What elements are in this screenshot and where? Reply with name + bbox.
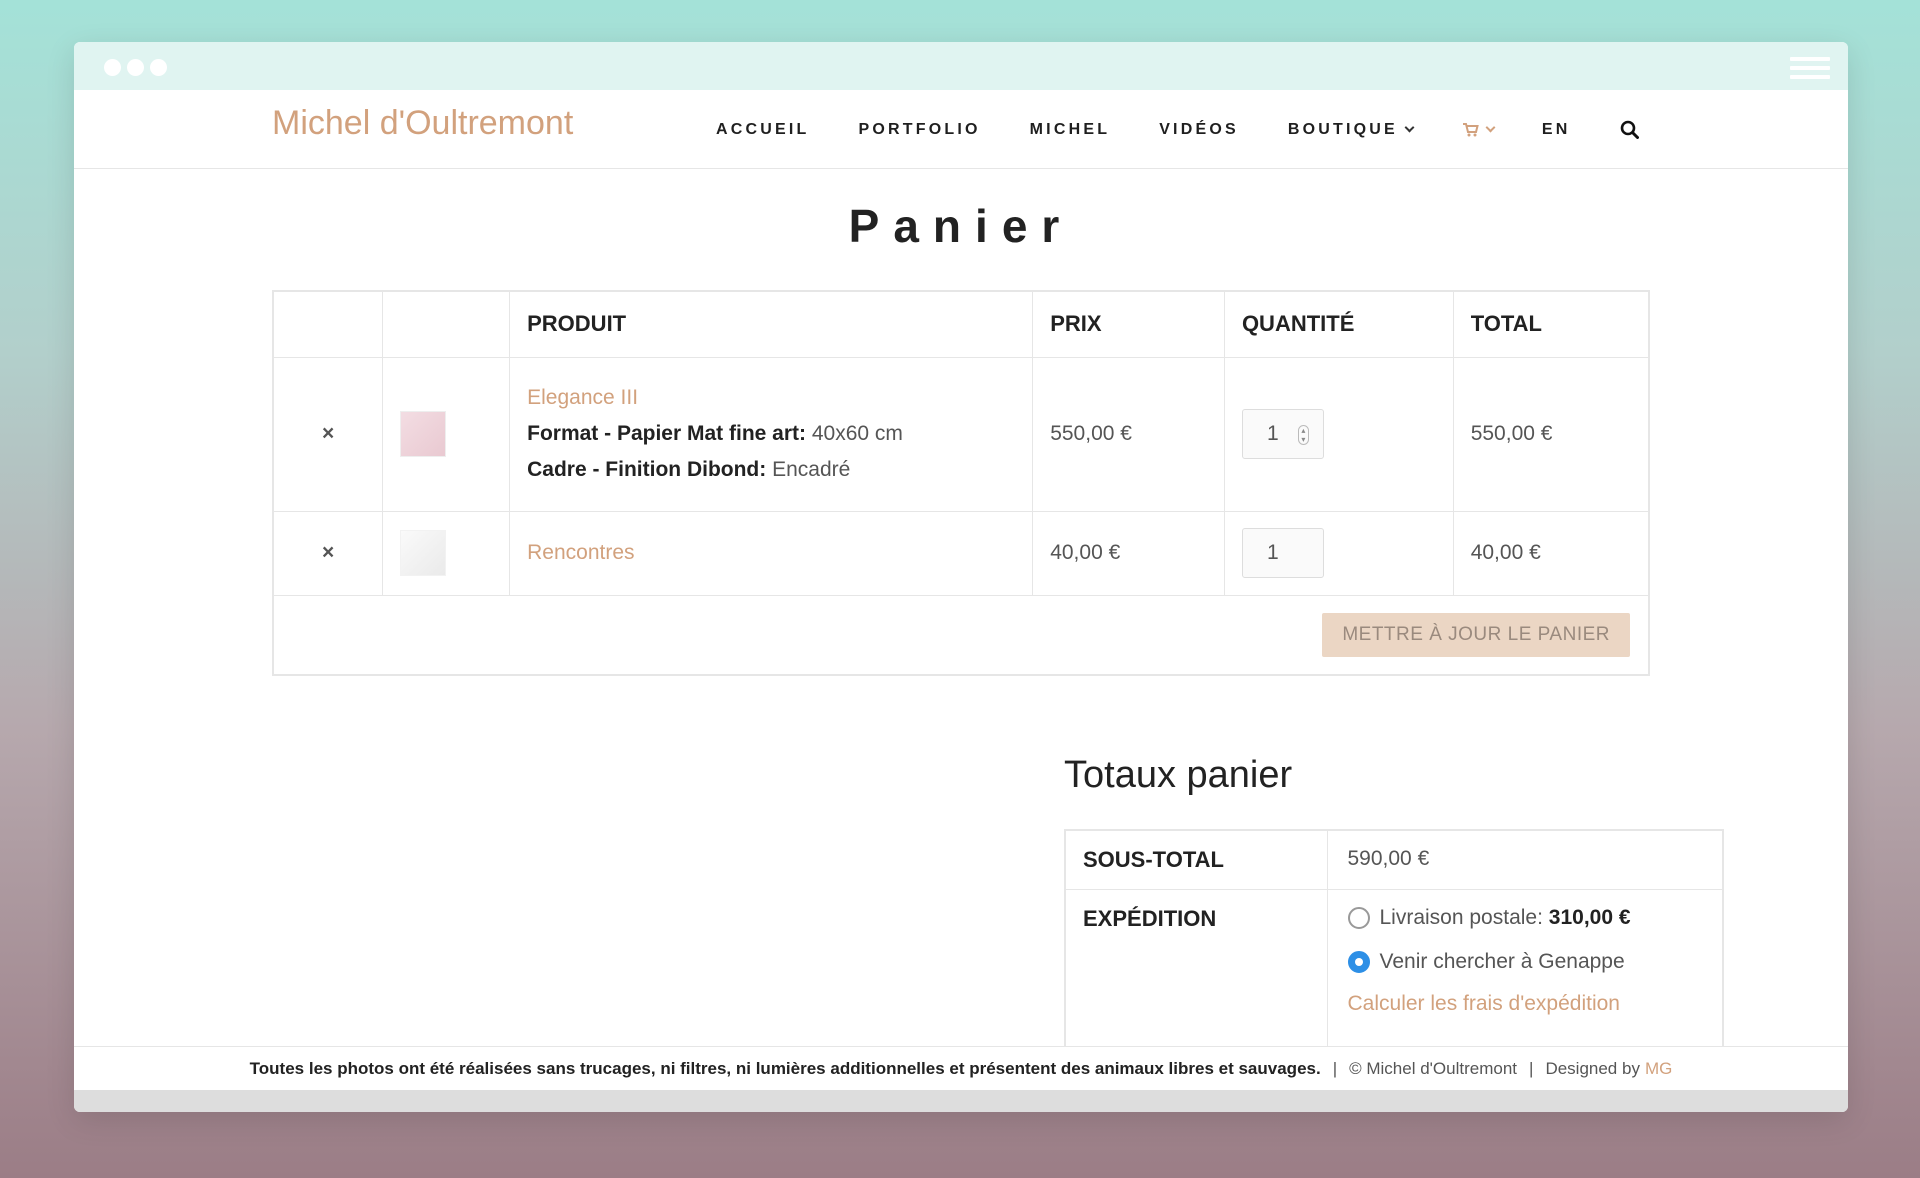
- footer-copyright: © Michel d'Oultremont: [1349, 1058, 1518, 1078]
- language-switch[interactable]: EN: [1542, 121, 1571, 139]
- window-titlebar: [74, 42, 1848, 90]
- nav-label: PORTFOLIO: [858, 120, 981, 138]
- nav-label: ACCUEIL: [716, 120, 810, 138]
- price-cell: 40,00 €: [1032, 510, 1225, 596]
- product-thumbnail[interactable]: [400, 530, 447, 576]
- nav-item-boutique[interactable]: BOUTIQUE: [1287, 120, 1415, 139]
- product-meta-frame: Cadre - Finition Dibond: Encadré: [527, 458, 1032, 482]
- meta-value: 40x60 cm: [811, 422, 903, 445]
- table-row: × Rencontres 40,00 € 1 40,00 €: [272, 510, 1650, 596]
- footer-note: Toutes les photos ont été réalisées sans…: [249, 1058, 1321, 1078]
- nav-label: BOUTIQUE: [1287, 120, 1398, 138]
- remove-item-button[interactable]: ×: [272, 510, 384, 596]
- site-logo[interactable]: Michel d'Oultremont: [272, 104, 573, 143]
- radio-checked[interactable]: [1347, 951, 1370, 973]
- header-remove: [272, 290, 384, 358]
- cart-actions-cell: METTRE À JOUR LE PANIER: [272, 594, 1650, 676]
- subtotal-label: SOUS-TOTAL: [1064, 829, 1328, 890]
- update-cart-button[interactable]: METTRE À JOUR LE PANIER: [1322, 612, 1630, 657]
- product-thumbnail[interactable]: [400, 411, 447, 457]
- shipping-option-label: Livraison postale:: [1379, 906, 1543, 929]
- product-link[interactable]: Rencontres: [527, 541, 1032, 565]
- radio-unchecked[interactable]: [1347, 907, 1370, 929]
- table-row: × Elegance III Format - Papier Mat fine …: [272, 356, 1650, 512]
- subtotal-value: 590,00 €: [1326, 829, 1724, 890]
- site-footer: Toutes les photos ont été réalisées sans…: [74, 1046, 1848, 1090]
- designer-link[interactable]: MG: [1645, 1059, 1672, 1079]
- shipping-option-pickup[interactable]: Venir chercher à Genappe: [1347, 950, 1703, 974]
- total-cell: 550,00 €: [1452, 356, 1650, 512]
- product-cell: Rencontres: [509, 510, 1034, 596]
- header-total: TOTAL: [1452, 290, 1650, 358]
- quantity-value: 1: [1266, 541, 1279, 564]
- header-quantity: QUANTITÉ: [1223, 290, 1454, 358]
- quantity-value: 1: [1266, 422, 1279, 445]
- window-dot[interactable]: [104, 59, 121, 76]
- header-product: PRODUIT: [509, 290, 1034, 358]
- table-header-row: PRODUIT PRIX QUANTITÉ TOTAL: [272, 290, 1650, 358]
- product-link[interactable]: Elegance III: [527, 386, 1032, 410]
- search-icon: [1620, 120, 1639, 139]
- browser-window: Michel d'Oultremont ACCUEIL PORTFOLIO MI…: [74, 42, 1848, 1112]
- cart-actions-row: METTRE À JOUR LE PANIER: [272, 594, 1650, 676]
- subtotal-row: SOUS-TOTAL 590,00 €: [1064, 829, 1724, 890]
- shipping-option-label: Venir chercher à Genappe: [1379, 950, 1625, 973]
- window-dot[interactable]: [127, 59, 144, 76]
- main-nav: ACCUEIL PORTFOLIO MICHEL VIDÉOS BOUTIQUE…: [716, 90, 1639, 169]
- nav-label: VIDÉOS: [1159, 120, 1239, 138]
- cart-menu[interactable]: [1462, 122, 1496, 137]
- nav-label: MICHEL: [1029, 120, 1111, 138]
- shipping-option-postal[interactable]: Livraison postale: 310,00 €: [1347, 906, 1703, 930]
- meta-label: Cadre - Finition Dibond:: [527, 458, 767, 481]
- meta-label: Format - Papier Mat fine art:: [527, 422, 807, 445]
- menu-icon[interactable]: [1790, 57, 1830, 84]
- quantity-cell: 1: [1223, 510, 1454, 596]
- meta-value: Encadré: [772, 458, 851, 481]
- total-cell: 40,00 €: [1452, 510, 1650, 596]
- header-price: PRIX: [1032, 290, 1225, 358]
- cart-totals-title: Totaux panier: [1064, 754, 1293, 796]
- chevron-down-icon: [1485, 122, 1496, 133]
- nav-item-michel[interactable]: MICHEL: [1030, 121, 1111, 139]
- header-thumbnail: [382, 290, 511, 358]
- search-button[interactable]: [1620, 120, 1639, 139]
- remove-item-button[interactable]: ×: [272, 356, 384, 512]
- footer-separator: |: [1332, 1058, 1338, 1078]
- nav-item-accueil[interactable]: ACCUEIL: [716, 121, 810, 139]
- quantity-cell: 1 ▴ ▾: [1223, 356, 1454, 512]
- nav-item-videos[interactable]: VIDÉOS: [1159, 121, 1239, 139]
- chevron-down-icon: [1404, 122, 1415, 133]
- window-controls: [104, 59, 167, 76]
- footer-separator: |: [1529, 1058, 1534, 1078]
- price-cell: 550,00 €: [1032, 356, 1225, 512]
- cart-icon: [1462, 123, 1479, 137]
- quantity-stepper[interactable]: 1 ▴ ▾: [1241, 409, 1324, 459]
- thumbnail-cell: [382, 510, 511, 596]
- calculate-shipping-link[interactable]: Calculer les frais d'expédition: [1348, 992, 1703, 1016]
- shipping-option-price: 310,00 €: [1548, 906, 1631, 929]
- product-meta-format: Format - Papier Mat fine art: 40x60 cm: [527, 422, 1032, 446]
- page-title: Panier: [848, 200, 1074, 252]
- thumbnail-cell: [382, 356, 511, 512]
- nav-item-portfolio[interactable]: PORTFOLIO: [859, 121, 981, 139]
- window-dot[interactable]: [150, 59, 167, 76]
- cart-table: PRODUIT PRIX QUANTITÉ TOTAL × Elegance I…: [272, 290, 1650, 676]
- spinner-arrows-icon[interactable]: ▴ ▾: [1297, 425, 1309, 445]
- site-header: Michel d'Oultremont ACCUEIL PORTFOLIO MI…: [74, 90, 1848, 169]
- product-cell: Elegance III Format - Papier Mat fine ar…: [509, 356, 1034, 512]
- footer-designed-by: Designed by: [1545, 1058, 1640, 1078]
- quantity-input[interactable]: 1: [1241, 528, 1324, 578]
- window-bottom-bar: [74, 1090, 1848, 1112]
